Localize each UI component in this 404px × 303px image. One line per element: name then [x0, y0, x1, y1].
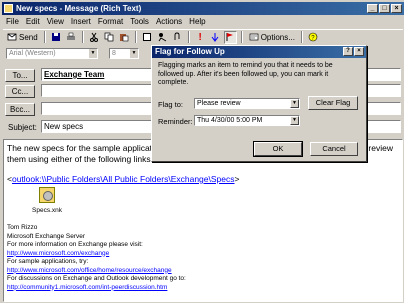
- address-book-icon: [143, 33, 152, 41]
- print-icon: [67, 32, 76, 40]
- flag-to-value: Please review: [197, 100, 241, 107]
- check-names-icon: [158, 33, 167, 42]
- font-combo[interactable]: Arial (Western) ▼: [6, 47, 98, 59]
- scissors-icon: [90, 32, 99, 42]
- to-button[interactable]: To...: [5, 68, 35, 82]
- flag-icon: [226, 33, 234, 41]
- chevron-down-icon[interactable]: ▼: [89, 48, 97, 58]
- toolbar-separator: [187, 31, 190, 43]
- chevron-down-icon[interactable]: ▼: [130, 48, 138, 58]
- reminder-combo[interactable]: Thu 4/30/00 5:00 PM ▼: [194, 115, 300, 126]
- paperclip-icon: [174, 32, 180, 40]
- flag-to-label: Flag to:: [158, 100, 184, 109]
- font-size-combo[interactable]: 8 ▼: [109, 47, 139, 59]
- clear-flag-button[interactable]: Clear Flag: [308, 96, 358, 110]
- menu-actions[interactable]: Actions: [156, 16, 182, 28]
- toolbar-separator: [240, 31, 243, 43]
- ok-button[interactable]: OK: [253, 141, 303, 157]
- dialog-message: Flagging marks an item to remind you tha…: [158, 62, 333, 86]
- resource-link[interactable]: http://www.microsoft.com/office/home/res…: [7, 267, 399, 276]
- menu-file[interactable]: File: [6, 16, 19, 28]
- save-button[interactable]: [50, 31, 63, 44]
- cc-row: Cc...: [5, 84, 35, 98]
- arrow-down-icon: [211, 33, 219, 42]
- options-label: Options...: [260, 32, 295, 42]
- menu-edit[interactable]: Edit: [26, 16, 40, 28]
- minimize-button[interactable]: _: [367, 4, 378, 13]
- dialog-close-button[interactable]: ×: [354, 47, 364, 56]
- copy-button[interactable]: [103, 31, 116, 44]
- cc-button[interactable]: Cc...: [5, 84, 35, 98]
- subject-label: Subject:: [8, 122, 37, 132]
- options-icon: [249, 33, 259, 41]
- save-icon: [52, 33, 61, 41]
- standard-toolbar: Send ! Options... ?: [3, 29, 403, 44]
- menu-help[interactable]: Help: [189, 16, 205, 28]
- window-title: New specs - Message (Rich Text): [16, 4, 142, 13]
- send-icon: [7, 33, 17, 41]
- address-book-button[interactable]: [141, 31, 154, 44]
- attachment-icon: [39, 187, 55, 203]
- public-folder-link[interactable]: outlook:\\Public Folders\All Public Fold…: [12, 174, 235, 184]
- signature-name: Tom Rizzo: [7, 224, 38, 231]
- sample-line: For sample applications, try:: [7, 258, 89, 265]
- importance-high-button[interactable]: !: [194, 31, 207, 44]
- print-button[interactable]: [65, 31, 78, 44]
- body-intro: The new specs for the sample application: [7, 143, 164, 153]
- link-suffix: >: [234, 174, 240, 184]
- menu-view[interactable]: View: [47, 16, 64, 28]
- exchange-link[interactable]: http://www.microsoft.com/exchange: [7, 250, 399, 259]
- check-names-button[interactable]: [156, 31, 169, 44]
- menu-format[interactable]: Format: [98, 16, 123, 28]
- toolbar-separator: [81, 31, 84, 43]
- attach-button[interactable]: [171, 31, 184, 44]
- reminder-label: Reminder:: [158, 117, 193, 126]
- bcc-button[interactable]: Bcc...: [5, 102, 35, 116]
- flag-to-combo[interactable]: Please review ▼: [194, 98, 300, 109]
- send-button[interactable]: Send: [5, 31, 40, 44]
- envelope-icon: [4, 4, 13, 13]
- attachment-name: Specs.xnk: [32, 207, 62, 214]
- close-button[interactable]: ×: [391, 4, 402, 13]
- subject-row: Subject:: [5, 120, 37, 134]
- to-row: To...: [5, 68, 35, 82]
- peer-discussion-link[interactable]: http://community1.microsoft.com/int-peer…: [7, 284, 399, 293]
- flag-dialog: Flag for Follow Up ? × Flagging marks an…: [151, 45, 367, 162]
- message-window: New specs - Message (Rich Text) _ □ × Fi…: [0, 0, 404, 303]
- dialog-title: Flag for Follow Up: [155, 47, 225, 56]
- reminder-value: Thu 4/30/00 5:00 PM: [197, 117, 263, 124]
- toolbar-separator: [43, 31, 46, 43]
- flag-button[interactable]: [223, 30, 237, 44]
- options-button[interactable]: Options...: [247, 31, 297, 44]
- importance-low-button[interactable]: [209, 31, 222, 44]
- title-bar: New specs - Message (Rich Text) _ □ ×: [2, 2, 404, 15]
- maximize-button[interactable]: □: [379, 4, 390, 13]
- discuss-line: For discussions on Exchange and Outlook …: [7, 275, 186, 282]
- send-label: Send: [19, 32, 38, 42]
- font-value: Arial (Western): [9, 49, 56, 57]
- help-icon: ?: [309, 32, 318, 42]
- toolbar-separator: [134, 31, 137, 43]
- dialog-help-button[interactable]: ?: [343, 47, 353, 56]
- dialog-title-bar: Flag for Follow Up ? ×: [152, 46, 366, 58]
- menu-bar: File Edit View Insert Format Tools Actio…: [3, 16, 206, 28]
- message-body[interactable]: The new specs for the sample application…: [3, 139, 403, 302]
- help-button[interactable]: ?: [307, 31, 320, 44]
- chevron-down-icon[interactable]: ▼: [290, 116, 299, 125]
- attachment[interactable]: Specs.xnk: [27, 187, 67, 216]
- toolbar-separator: [300, 31, 303, 43]
- copy-icon: [104, 32, 114, 42]
- menu-tools[interactable]: Tools: [130, 16, 149, 28]
- font-size-value: 8: [112, 49, 116, 57]
- signature-company: Microsoft Exchange Server: [7, 232, 86, 240]
- info-line: For more information on Exchange please …: [7, 241, 143, 248]
- paste-icon: [120, 34, 129, 42]
- cut-button[interactable]: [88, 31, 101, 44]
- menu-insert[interactable]: Insert: [71, 16, 91, 28]
- cancel-button[interactable]: Cancel: [310, 142, 358, 156]
- bcc-row: Bcc...: [5, 102, 35, 116]
- paste-button[interactable]: [118, 31, 131, 44]
- chevron-down-icon[interactable]: ▼: [290, 99, 299, 108]
